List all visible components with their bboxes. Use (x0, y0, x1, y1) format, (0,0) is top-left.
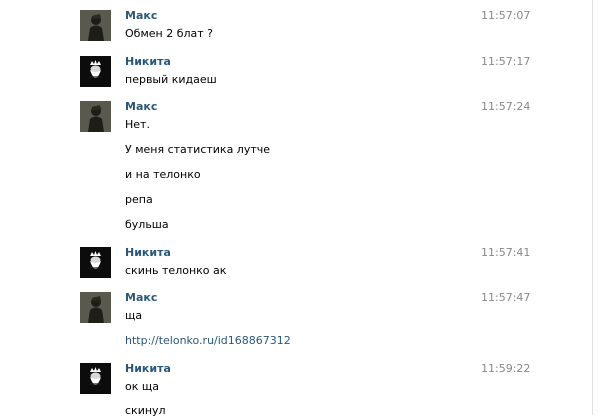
message-text: Нет. (125, 118, 150, 131)
message-link[interactable]: http://telonko.ru/id168867312 (125, 334, 291, 347)
message-author[interactable]: Макс (125, 291, 157, 304)
message-text: скинь телонко ак (125, 264, 227, 277)
bearded-king-logo-avatar[interactable] (80, 247, 111, 278)
message-time: 11:57:17 (481, 55, 531, 68)
message-text: скинул (125, 404, 166, 417)
message-author[interactable]: Никита (125, 362, 171, 375)
message-text: ок ща (125, 380, 159, 393)
message-author[interactable]: Макс (125, 100, 157, 113)
dark-silhouette-avatar[interactable] (80, 10, 111, 41)
message-text: репа (125, 193, 153, 206)
message-time: 11:57:24 (481, 100, 531, 113)
message-text: Обмен 2 блат ? (125, 27, 213, 40)
message-text: и на телонко (125, 168, 201, 181)
dark-silhouette-avatar[interactable] (80, 101, 111, 132)
dark-silhouette-avatar[interactable] (80, 292, 111, 323)
bearded-king-logo-avatar[interactable] (80, 363, 111, 394)
message-time: 11:57:41 (481, 246, 531, 259)
message-author[interactable]: Никита (125, 55, 171, 68)
message-text: У меня статистика лутче (125, 143, 271, 156)
message-time: 11:57:07 (481, 9, 531, 22)
message-author[interactable]: Никита (125, 246, 171, 259)
message-text: первый кидаеш (125, 73, 217, 86)
right-divider (592, 0, 593, 415)
message-text: бульша (125, 218, 169, 231)
message-text: ща (125, 309, 143, 322)
bearded-king-logo-avatar[interactable] (80, 56, 111, 87)
message-author[interactable]: Макс (125, 9, 157, 22)
message-time: 11:59:22 (481, 362, 531, 375)
message-time: 11:57:47 (481, 291, 531, 304)
